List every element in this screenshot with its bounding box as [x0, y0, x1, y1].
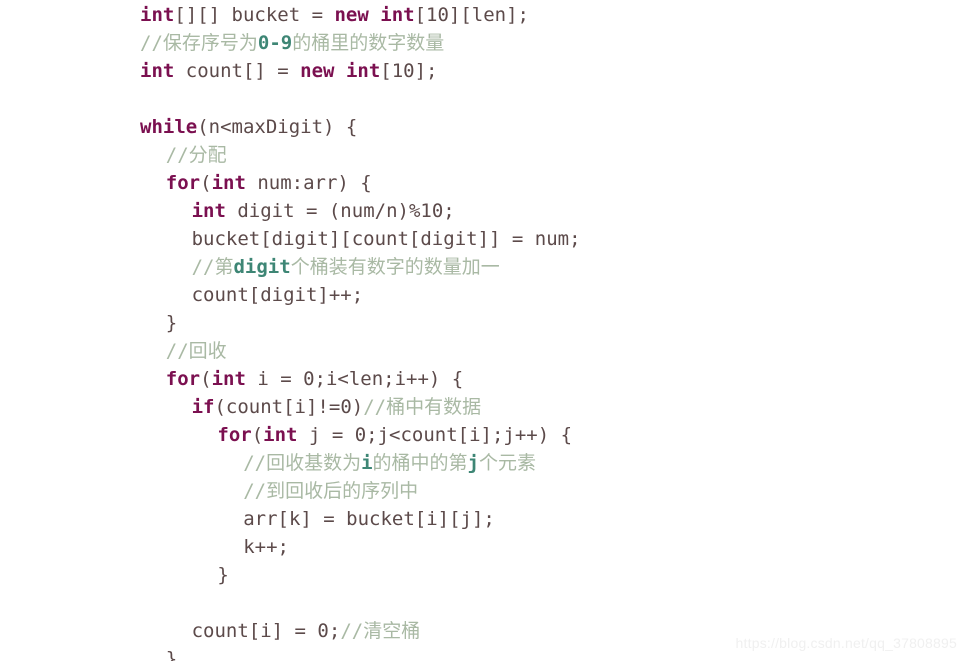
code-keyword: int	[380, 4, 415, 26]
code-keyword: int	[345, 60, 381, 82]
code-text: }	[217, 564, 229, 586]
code-text: count[digit]++;	[191, 284, 364, 306]
code-keyword: int	[211, 172, 246, 194]
code-screenshot: int[][] bucket = new int[10][len];//保存序号…	[0, 0, 971, 661]
code-comment: //保存序号为	[140, 32, 258, 54]
code-comment: //第	[191, 256, 234, 278]
code-line: int count[] = new int[10];	[140, 57, 581, 85]
code-line: for(int j = 0;j<count[i];j++) {	[140, 421, 581, 449]
code-comment: //回收基数为	[243, 452, 362, 474]
code-line: //到回收后的序列中	[140, 477, 581, 505]
code-keyword: int	[263, 424, 298, 446]
code-line: //第digit个桶装有数字的数量加一	[140, 253, 581, 281]
code-line: for(int i = 0;i<len;i++) {	[140, 365, 581, 393]
code-text: count[] =	[174, 60, 301, 82]
code-line: for(int num:arr) {	[140, 169, 581, 197]
code-keyword: while	[140, 116, 198, 138]
code-keyword: for	[217, 424, 252, 446]
code-keyword: int	[140, 60, 175, 82]
code-comment: 的桶里的数字数量	[292, 32, 445, 54]
code-line: count[digit]++;	[140, 281, 581, 309]
code-comment: 个元素	[479, 452, 537, 474]
code-text: }	[165, 648, 178, 661]
code-line: if(count[i]!=0)//桶中有数据	[140, 393, 581, 421]
code-comment-emphasis: digit	[233, 256, 291, 278]
code-keyword: int	[211, 368, 246, 390]
code-line: }	[140, 645, 581, 661]
code-text: count[i] = 0;	[191, 620, 341, 642]
code-text: arr[k] = bucket[i][j];	[243, 508, 495, 530]
code-text: [10];	[380, 60, 438, 82]
code-line: //分配	[140, 141, 581, 169]
code-block[interactable]: int[][] bucket = new int[10][len];//保存序号…	[140, 1, 581, 661]
code-comment: //桶中有数据	[363, 396, 482, 418]
code-comment: //清空桶	[340, 620, 421, 642]
code-text: digit = (num/n)%10;	[225, 200, 455, 222]
code-comment: 的桶中的第	[372, 452, 468, 474]
code-text: i = 0;i<len;i++) {	[245, 368, 464, 390]
code-text: (count[i]!=0)	[214, 396, 364, 418]
code-text: [][] bucket =	[174, 4, 335, 26]
code-comment: 个桶装有数字的数量加一	[290, 256, 500, 278]
code-comment: //回收	[165, 340, 227, 362]
code-line: while(n<maxDigit) {	[140, 113, 581, 141]
code-keyword: if	[191, 396, 215, 418]
code-line: bucket[digit][count[digit]] = num;	[140, 225, 581, 253]
code-line: }	[140, 309, 581, 337]
code-text: }	[165, 312, 178, 334]
code-text: num:arr) {	[245, 172, 372, 194]
code-line: }	[140, 561, 581, 589]
code-text: (	[251, 424, 264, 446]
code-line: int[][] bucket = new int[10][len];	[140, 1, 581, 29]
code-text: k++;	[243, 536, 289, 558]
code-text: j = 0;j<count[i];j++) {	[297, 424, 573, 446]
code-keyword: int	[140, 4, 175, 26]
code-line: //回收	[140, 337, 581, 365]
code-comment: //分配	[165, 144, 227, 166]
code-keyword: for	[165, 368, 201, 390]
code-text: (	[200, 172, 212, 194]
code-line: //回收基数为i的桶中的第j个元素	[140, 449, 581, 477]
code-line: count[i] = 0;//清空桶	[140, 617, 581, 645]
code-line: //保存序号为0-9的桶里的数字数量	[140, 29, 581, 57]
code-comment-emphasis: j	[467, 452, 479, 474]
code-comment: //到回收后的序列中	[243, 480, 419, 502]
code-keyword: new	[334, 4, 369, 26]
code-comment-emphasis: 0-9	[257, 32, 293, 54]
code-line: arr[k] = bucket[i][j];	[140, 505, 581, 533]
watermark-text: https://blog.csdn.net/qq_37808895	[735, 635, 957, 651]
code-line: int digit = (num/n)%10;	[140, 197, 581, 225]
code-text: [10][len];	[414, 4, 529, 26]
code-comment-emphasis: i	[361, 452, 373, 474]
code-text: bucket[digit][count[digit]] = num;	[191, 228, 581, 250]
code-text: (	[200, 368, 212, 390]
code-keyword: int	[191, 200, 226, 222]
code-keyword: for	[165, 172, 201, 194]
code-line: k++;	[140, 533, 581, 561]
code-keyword: new	[300, 60, 335, 82]
code-text: (n<maxDigit) {	[197, 116, 358, 138]
